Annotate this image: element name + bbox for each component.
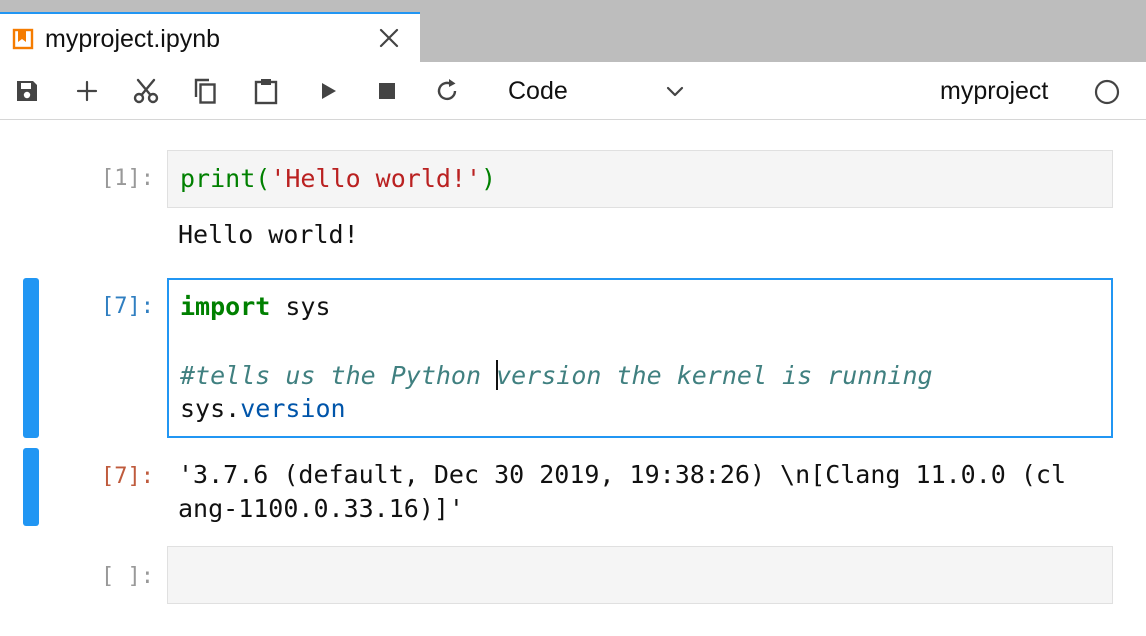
refresh-icon	[437, 79, 457, 101]
restart-button[interactable]	[432, 76, 462, 106]
notebook-toolbar: Code myproject	[0, 62, 1146, 120]
output-prompt: [7]:	[101, 464, 154, 489]
tab-bar: myproject.ipynb	[0, 0, 1146, 62]
code-token-keyword: import	[180, 292, 271, 321]
scissors-icon	[133, 78, 159, 104]
notebook-icon	[12, 28, 34, 50]
plus-icon	[76, 80, 98, 102]
cell-output-line: '3.7.6 (default, Dec 30 2019, 19:38:26) …	[178, 460, 1067, 489]
cell-editor[interactable]	[167, 546, 1113, 604]
cell-editor[interactable]: import sys #tells us the Python version …	[167, 278, 1113, 438]
run-button[interactable]	[313, 76, 343, 106]
stop-icon	[379, 83, 395, 99]
copy-button[interactable]	[191, 76, 221, 106]
cell-type-value: Code	[508, 77, 568, 105]
tab-title: myproject.ipynb	[45, 25, 221, 53]
input-prompt: [ ]:	[101, 564, 154, 589]
input-prompt: [7]:	[101, 294, 154, 319]
output-collapser[interactable]	[23, 448, 39, 526]
cell-type-select[interactable]: Code	[498, 72, 698, 110]
code-token-name: sys	[180, 394, 226, 423]
kernel-name[interactable]: myproject	[940, 77, 1048, 106]
input-collapser[interactable]	[23, 278, 39, 438]
code-token-builtin: print	[180, 164, 256, 193]
cut-button[interactable]	[131, 76, 161, 106]
code-token-paren: )	[481, 164, 497, 193]
close-icon[interactable]	[377, 26, 401, 50]
save-icon	[17, 81, 37, 101]
code-comment-line: #tells us the Python version the kernel …	[180, 360, 933, 390]
comment-text-before: #tells us the Python	[180, 361, 497, 390]
clipboard-icon	[254, 79, 278, 105]
code-line: sys.version	[180, 394, 346, 423]
code-token-dot: .	[225, 394, 241, 423]
paste-button[interactable]	[251, 76, 281, 106]
save-button[interactable]	[12, 76, 42, 106]
cell-output: Hello world!	[178, 220, 359, 249]
chevron-down-icon	[663, 80, 687, 104]
code-token-paren: (	[255, 164, 271, 193]
play-icon	[322, 83, 336, 99]
code-line: import sys	[180, 292, 331, 321]
cell-output-line: ang-1100.0.33.16)]'	[178, 494, 464, 523]
insert-cell-button[interactable]	[72, 76, 102, 106]
input-prompt: [1]:	[101, 166, 154, 191]
cell-editor[interactable]: print('Hello world!')	[167, 150, 1113, 208]
kernel-status-icon	[1093, 78, 1121, 106]
copy-icon	[194, 78, 216, 104]
code-line: print('Hello world!')	[180, 164, 496, 193]
code-token-attr: version	[240, 394, 346, 423]
notebook-tab[interactable]: myproject.ipynb	[0, 12, 420, 62]
interrupt-button[interactable]	[372, 76, 402, 106]
code-token-name: sys	[270, 292, 331, 321]
comment-text-after: version the kernel is running	[496, 361, 933, 390]
code-token-string: 'Hello world!'	[270, 164, 482, 193]
